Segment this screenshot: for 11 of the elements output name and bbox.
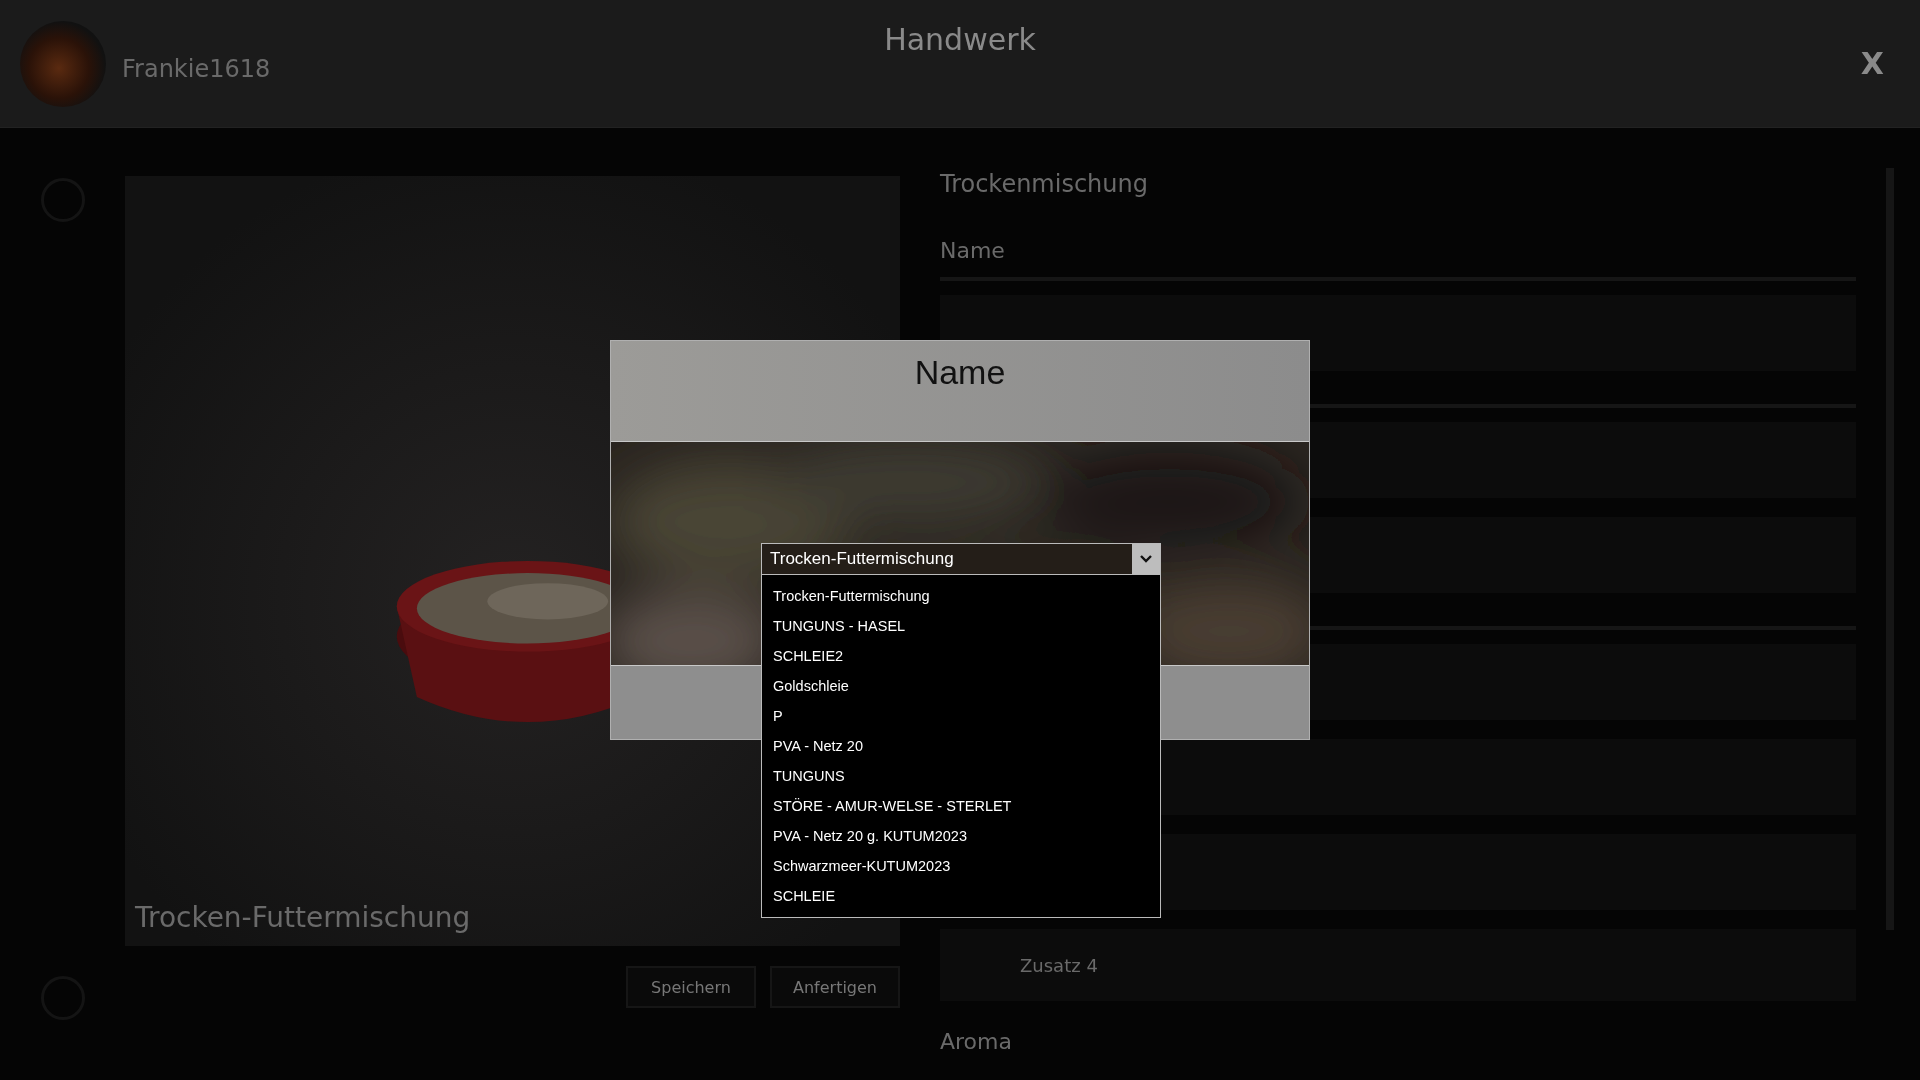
dialog-title: Name [914,353,1006,393]
action-button[interactable]: Anfertigen [770,966,900,1008]
window-title: Handwerk [884,22,1036,57]
recipe-title: Trockenmischung [940,170,1149,198]
section-label: Aroma [940,1029,1013,1054]
close-button[interactable]: X [1854,45,1890,82]
ingredient-label: Zusatz 4 [1020,954,1098,976]
user-name: Frankie1618 [122,54,271,83]
chevron-down-icon [1139,554,1153,564]
section-label: Name [940,238,1006,263]
action-button[interactable]: Speichern [626,966,756,1008]
